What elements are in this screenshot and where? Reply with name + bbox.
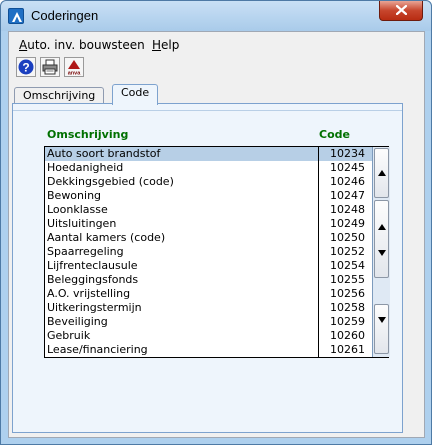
close-button[interactable]	[379, 1, 423, 21]
anva-logo-icon: anva	[68, 60, 81, 77]
list-row[interactable]: Auto soort brandstof 10234	[45, 147, 373, 161]
row-omschrijving: Auto soort brandstof	[47, 147, 161, 160]
list-row[interactable]: A.O. vrijstelling 10256	[45, 287, 373, 301]
row-omschrijving: Beleggingsfonds	[47, 273, 139, 286]
print-button[interactable]	[40, 57, 60, 77]
row-code: 10255	[330, 273, 365, 286]
row-code: 10258	[330, 301, 365, 314]
column-header-code[interactable]: Code	[319, 128, 350, 141]
row-omschrijving: Beveiliging	[47, 315, 108, 328]
list-row[interactable]: Lease/financiering 10261	[45, 343, 373, 357]
row-code: 10254	[330, 259, 365, 272]
row-code: 10247	[330, 189, 365, 202]
row-code: 10249	[330, 217, 365, 230]
arrow-up-icon	[378, 170, 386, 176]
row-omschrijving: Spaarregeling	[47, 245, 124, 258]
code-list[interactable]: Auto soort brandstof 10234 Hoedanigheid 102…	[44, 146, 390, 358]
list-row[interactable]: Uitsluitingen 10249	[45, 217, 373, 231]
list-row[interactable]: Spaarregeling 10252	[45, 245, 373, 259]
row-omschrijving: Lease/financiering	[47, 343, 148, 356]
list-row[interactable]: Loonklasse 10248	[45, 203, 373, 217]
scroll-down-button[interactable]	[374, 304, 389, 354]
arrow-down-icon	[378, 250, 386, 256]
row-omschrijving: Lijfrenteclausule	[47, 259, 138, 272]
app-window: Coderingen Auto. inv. bouwsteen Help ? a…	[0, 0, 432, 445]
list-rows: Auto soort brandstof 10234 Hoedanigheid 102…	[45, 147, 373, 357]
list-header: Omschrijving Code	[45, 128, 399, 142]
menu-mnemonic: A	[19, 38, 28, 52]
row-code: 10260	[330, 329, 365, 342]
row-code: 10252	[330, 245, 365, 258]
printer-icon	[42, 59, 58, 75]
menu-auto-inv-bouwsteen[interactable]: Auto. inv. bouwsteen	[19, 38, 145, 52]
row-code: 10261	[330, 343, 365, 356]
row-omschrijving: Hoedanigheid	[47, 161, 124, 174]
anva-button[interactable]: anva	[64, 57, 84, 77]
column-header-omschrijving[interactable]: Omschrijving	[47, 128, 128, 141]
menu-help[interactable]: Help	[152, 38, 179, 52]
row-code: 10234	[330, 147, 365, 160]
row-omschrijving: A.O. vrijstelling	[47, 287, 131, 300]
tab-code[interactable]: Code	[112, 84, 159, 105]
list-row[interactable]: Bewoning 10247	[45, 189, 373, 203]
list-row[interactable]: Hoedanigheid 10245	[45, 161, 373, 175]
list-row[interactable]: Aantal kamers (code) 10250	[45, 231, 373, 245]
row-omschrijving: Aantal kamers (code)	[47, 231, 166, 244]
list-row[interactable]: Gebruik 10260	[45, 329, 373, 343]
menu-label: uto. inv. bouwsteen	[27, 38, 145, 52]
list-row[interactable]: Dekkingsgebied (code) 10246	[45, 175, 373, 189]
scroll-up-button[interactable]	[374, 148, 389, 198]
menu-mnemonic: H	[152, 38, 162, 52]
list-row[interactable]: Uitkeringstermijn 10258	[45, 301, 373, 315]
app-icon	[8, 8, 24, 24]
tab-label: Omschrijving	[23, 89, 96, 102]
tab-panel-code: Omschrijving Code Auto soort brandstof 10…	[12, 103, 403, 433]
row-omschrijving: Loonklasse	[47, 203, 108, 216]
list-row[interactable]: Beveiliging 10259	[45, 315, 373, 329]
column-divider	[318, 147, 319, 357]
row-code: 10248	[330, 203, 365, 216]
row-omschrijving: Uitsluitingen	[47, 217, 117, 230]
title-bar[interactable]: Coderingen	[1, 1, 431, 31]
help-icon: ?	[18, 59, 34, 75]
row-code: 10250	[330, 231, 365, 244]
row-code: 10259	[330, 315, 365, 328]
window-title: Coderingen	[31, 8, 99, 23]
svg-text:?: ?	[22, 60, 29, 74]
scroll-thumb[interactable]	[374, 200, 389, 278]
list-row[interactable]: Beleggingsfonds 10255	[45, 273, 373, 287]
tab-label: Code	[121, 86, 150, 99]
menu-label: elp	[161, 38, 180, 52]
help-button[interactable]: ?	[16, 57, 36, 77]
row-omschrijving: Gebruik	[47, 329, 91, 342]
row-omschrijving: Dekkingsgebied (code)	[47, 175, 174, 188]
list-scrollbar[interactable]	[372, 147, 390, 357]
close-icon	[396, 5, 407, 15]
arrow-down-icon	[378, 317, 386, 323]
svg-text:anva: anva	[68, 71, 81, 77]
menu-bar: Auto. inv. bouwsteen Help	[9, 36, 424, 56]
row-omschrijving: Bewoning	[47, 189, 102, 202]
tab-strip: Omschrijving Code	[12, 84, 422, 105]
list-row[interactable]: Lijfrenteclausule 10254	[45, 259, 373, 273]
client-area: Auto. inv. bouwsteen Help ? anva Omschri…	[8, 31, 425, 438]
row-code: 10245	[330, 161, 365, 174]
row-omschrijving: Uitkeringstermijn	[47, 301, 142, 314]
row-code: 10256	[330, 287, 365, 300]
panel-divider	[13, 110, 402, 111]
arrow-up-icon	[378, 224, 386, 230]
row-code: 10246	[330, 175, 365, 188]
